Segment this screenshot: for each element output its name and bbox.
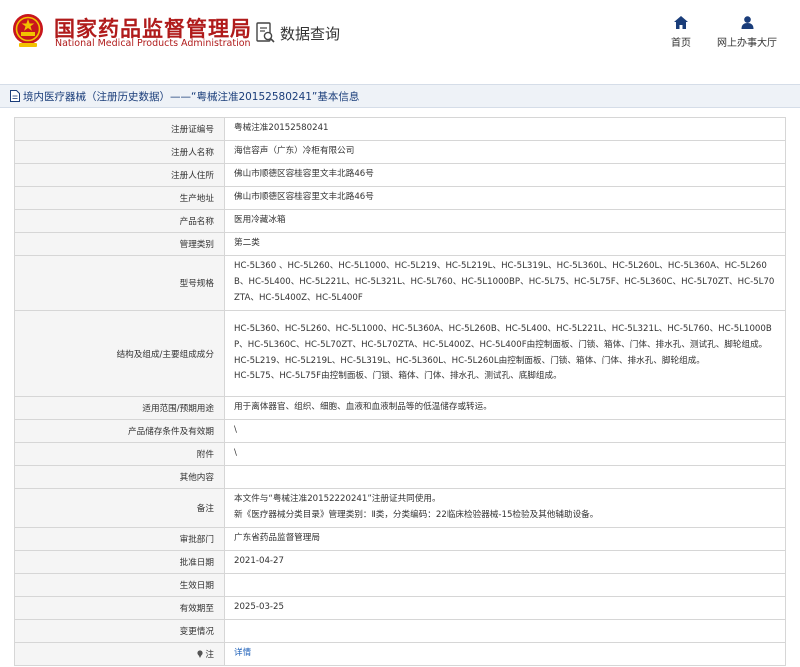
row-label: 批准日期 [14,550,225,574]
row-value: 2021-04-27 [224,550,786,574]
row-label: 备注 [14,488,225,528]
document-icon [10,90,20,102]
table-row: 注册人住所 佛山市顺德区容桂容里文丰北路46号 [14,163,786,187]
row-value: HC-5L360、HC-5L260、HC-5L1000、HC-5L360A、HC… [224,310,786,397]
table-row: 生产地址 佛山市顺德区容桂容里文丰北路46号 [14,186,786,210]
record-title: 境内医疗器械（注册历史数据）——“粤械注准20152580241”基本信息 [23,91,360,103]
row-value: HC-5L360 、HC-5L260、HC-5L1000、HC-5L219、HC… [224,255,786,311]
user-icon [741,16,753,29]
structure-line: HC-5L360、HC-5L260、HC-5L1000、HC-5L360A、HC… [234,323,772,350]
structure-line: HC-5L219、HC-5L219L、HC-5L319L、HC-5L360L、H… [234,355,705,366]
table-row: 注册人名称 海信容声（广东）冷柜有限公司 [14,140,786,164]
home-icon [674,16,688,29]
data-query-icon [256,22,275,43]
table-row: 注 详情 [14,642,786,666]
row-label: 产品名称 [14,209,225,233]
nav-home-label: 首页 [671,38,691,49]
table-row: 批准日期 2021-04-27 [14,550,786,574]
row-label: 型号规格 [14,255,225,311]
structure-line: HC-5L75、HC-5L75F由控制面板、门锁、箱体、门体、排水孔、测试孔、底… [234,371,562,382]
pin-icon [197,650,203,658]
row-value: 佛山市顺德区容桂容里文丰北路46号 [224,186,786,210]
table-row: 适用范围/预期用途 用于离体器官、组织、细胞、血液和血液制品等的低温储存或转运。 [14,396,786,420]
table-row: 审批部门 广东省药品监督管理局 [14,527,786,551]
details-link[interactable]: 详情 [234,648,251,658]
national-emblem-icon[interactable] [10,12,46,50]
table-row: 结构及组成/主要组成成分 HC-5L360、HC-5L260、HC-5L1000… [14,310,786,397]
row-label: 管理类别 [14,232,225,256]
row-value: 第二类 [224,232,786,256]
row-value: 海信容声（广东）冷柜有限公司 [224,140,786,164]
row-value: 广东省药品监督管理局 [224,527,786,551]
row-label: 适用范围/预期用途 [14,396,225,420]
row-label: 结构及组成/主要组成成分 [14,310,225,397]
row-label: 注册证编号 [14,117,225,141]
agency-name-en[interactable]: National Medical Products Administration [55,38,251,49]
row-label: 注册人住所 [14,163,225,187]
data-query-title: 数据查询 [280,25,341,43]
table-row: 变更情况 [14,619,786,643]
remark-line: 本文件与“粤械注准20152220241”注册证共同使用。 [234,494,441,505]
registration-info-table: 注册证编号 粤械注准20152580241 注册人名称 海信容声（广东）冷柜有限… [14,117,786,666]
table-row: 附件 \ [14,442,786,466]
row-value: 2025-03-25 [224,596,786,620]
table-row: 其他内容 [14,465,786,489]
row-label: 生产地址 [14,186,225,210]
table-row: 备注 本文件与“粤械注准20152220241”注册证共同使用。 新《医疗器械分… [14,488,786,528]
table-row: 注册证编号 粤械注准20152580241 [14,117,786,141]
remark-line: 新《医疗器械分类目录》管理类别：Ⅱ类，分类编码：22临床检验器械-15检验及其他… [234,510,599,520]
row-label: 变更情况 [14,619,225,643]
row-value: 佛山市顺德区容桂容里文丰北路46号 [224,163,786,187]
table-row: 产品储存条件及有效期 \ [14,419,786,443]
row-value [224,573,786,597]
row-value: 医用冷藏冰箱 [224,209,786,233]
row-label: 附件 [14,442,225,466]
row-value: 详情 [224,642,786,666]
row-value: 用于离体器官、组织、细胞、血液和血液制品等的低温储存或转运。 [224,396,786,420]
record-title-bar: 境内医疗器械（注册历史数据）——“粤械注准20152580241”基本信息 [0,84,800,108]
site-header: 国家药品监督管理局 National Medical Products Admi… [0,0,800,68]
row-value: \ [224,419,786,443]
row-label: 有效期至 [14,596,225,620]
row-value [224,619,786,643]
table-row: 有效期至 2025-03-25 [14,596,786,620]
row-label: 产品储存条件及有效期 [14,419,225,443]
table-row: 管理类别 第二类 [14,232,786,256]
table-row: 生效日期 [14,573,786,597]
row-value: 本文件与“粤械注准20152220241”注册证共同使用。 新《医疗器械分类目录… [224,488,786,528]
row-label: 审批部门 [14,527,225,551]
table-row: 产品名称 医用冷藏冰箱 [14,209,786,233]
row-label: 生效日期 [14,573,225,597]
note-label: 注 [205,650,214,660]
row-value: \ [224,442,786,466]
row-label: 其他内容 [14,465,225,489]
table-row: 型号规格 HC-5L360 、HC-5L260、HC-5L1000、HC-5L2… [14,255,786,311]
row-label-note: 注 [14,642,225,666]
row-label: 注册人名称 [14,140,225,164]
row-value [224,465,786,489]
nav-home[interactable]: 首页 [666,16,696,49]
nav-online-hall-label: 网上办事大厅 [717,38,777,49]
row-value: 粤械注准20152580241 [224,117,786,141]
nav-online-hall[interactable]: 网上办事大厅 [716,16,778,49]
